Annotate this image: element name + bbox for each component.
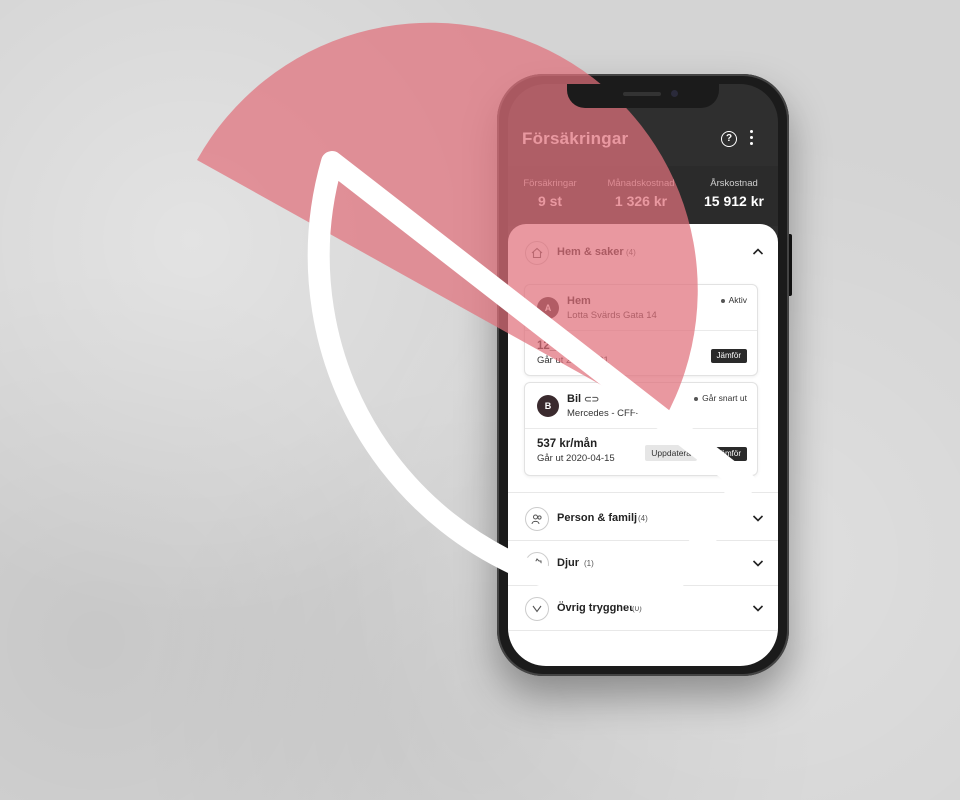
stat-yearly: Årskostnad 15 912 kr (696, 178, 772, 209)
insurance-name: Hem (567, 295, 591, 307)
stat-label: Månadskostnad (607, 178, 675, 189)
help-icon[interactable]: ? (721, 131, 737, 147)
insurance-name: Bil ⊂⊃ (567, 393, 600, 405)
category-other[interactable]: Övrig trygghet (0) (508, 586, 778, 630)
insurance-address: Lotta Svärds Gata 14 (567, 310, 657, 321)
stat-label: Försäkringar (523, 178, 577, 189)
avatar: A (537, 297, 559, 319)
insurance-address: Mercedes - CFF- (567, 408, 639, 419)
category-count: (4) (638, 514, 648, 523)
divider (508, 492, 778, 493)
stat-monthly: Månadskostnad 1 326 kr (601, 178, 681, 209)
speaker-icon (623, 92, 661, 96)
stat-value: 1 326 kr (614, 193, 668, 209)
chevron-down-icon[interactable] (752, 602, 764, 614)
category-label: Övrig trygghet (557, 602, 633, 614)
chevron-down-icon[interactable] (752, 512, 764, 524)
status-badge: Aktiv (720, 295, 747, 305)
phone-frame: Försäkringar ? Försäkringar 9 st Månadsk… (497, 74, 792, 676)
page-title: Försäkringar (522, 129, 629, 148)
insurance-list-panel: Hem & saker (4) A Hem Lotta Svärds Gata … (508, 224, 778, 666)
link-icon: ⊂⊃ (584, 394, 600, 404)
compare-button[interactable]: Jämför (710, 349, 747, 363)
shield-icon (525, 597, 549, 621)
summary-bar: Försäkringar 9 st Månadskostnad 1 326 kr… (508, 166, 778, 226)
category-label: Djur (557, 557, 579, 569)
app-bar: Försäkringar ? (508, 122, 778, 162)
pet-icon (525, 552, 549, 576)
divider (508, 630, 778, 631)
card-divider (525, 330, 757, 331)
status-dot-icon (720, 298, 725, 303)
insurance-expiry: Går ut 2020-04-15 (537, 453, 615, 464)
insurance-price: 537 kr/mån (537, 438, 598, 450)
insurance-price: 12_ _ån (537, 340, 580, 352)
category-label: Hem & saker (557, 246, 624, 258)
home-icon (525, 241, 549, 265)
category-pet[interactable]: Djur (1) (508, 541, 778, 585)
category-count: (4) (626, 248, 636, 257)
insurance-card-hem[interactable]: A Hem Lotta Svärds Gata 14 Aktiv 12_ _ån… (524, 284, 758, 376)
phone-screen: Försäkringar ? Försäkringar 9 st Månadsk… (508, 84, 778, 666)
chevron-up-icon[interactable] (752, 246, 764, 258)
stat-count: Försäkringar 9 st (520, 178, 580, 209)
category-home[interactable]: Hem & saker (4) (508, 230, 778, 274)
compare-button[interactable]: Jämför (710, 447, 747, 461)
camera-icon (671, 90, 678, 97)
update-button[interactable]: Uppdatera (645, 445, 697, 461)
avatar: B (537, 395, 559, 417)
category-person[interactable]: Person & familj (4) (508, 496, 778, 540)
status-dot-icon (694, 396, 699, 401)
category-count: (0) (632, 604, 642, 613)
card-divider (525, 428, 757, 429)
more-options-icon[interactable] (748, 130, 754, 148)
phone-notch (567, 84, 719, 108)
stat-value: 15 912 kr (704, 193, 764, 209)
insurance-expiry: Går ut 20_ _1-31 (537, 355, 609, 366)
background-decoration (0, 0, 960, 800)
category-count: (1) (584, 559, 594, 568)
people-icon (525, 507, 549, 531)
chevron-down-icon[interactable] (752, 557, 764, 569)
category-label: Person & familj (557, 512, 638, 524)
stat-value: 9 st (537, 193, 563, 209)
status-badge: Går snart ut (694, 393, 747, 403)
stat-label: Årskostnad (710, 178, 758, 189)
phone-side-button (789, 234, 792, 296)
insurance-card-bil[interactable]: B Bil ⊂⊃ Mercedes - CFF- Går snart ut 53… (524, 382, 758, 476)
